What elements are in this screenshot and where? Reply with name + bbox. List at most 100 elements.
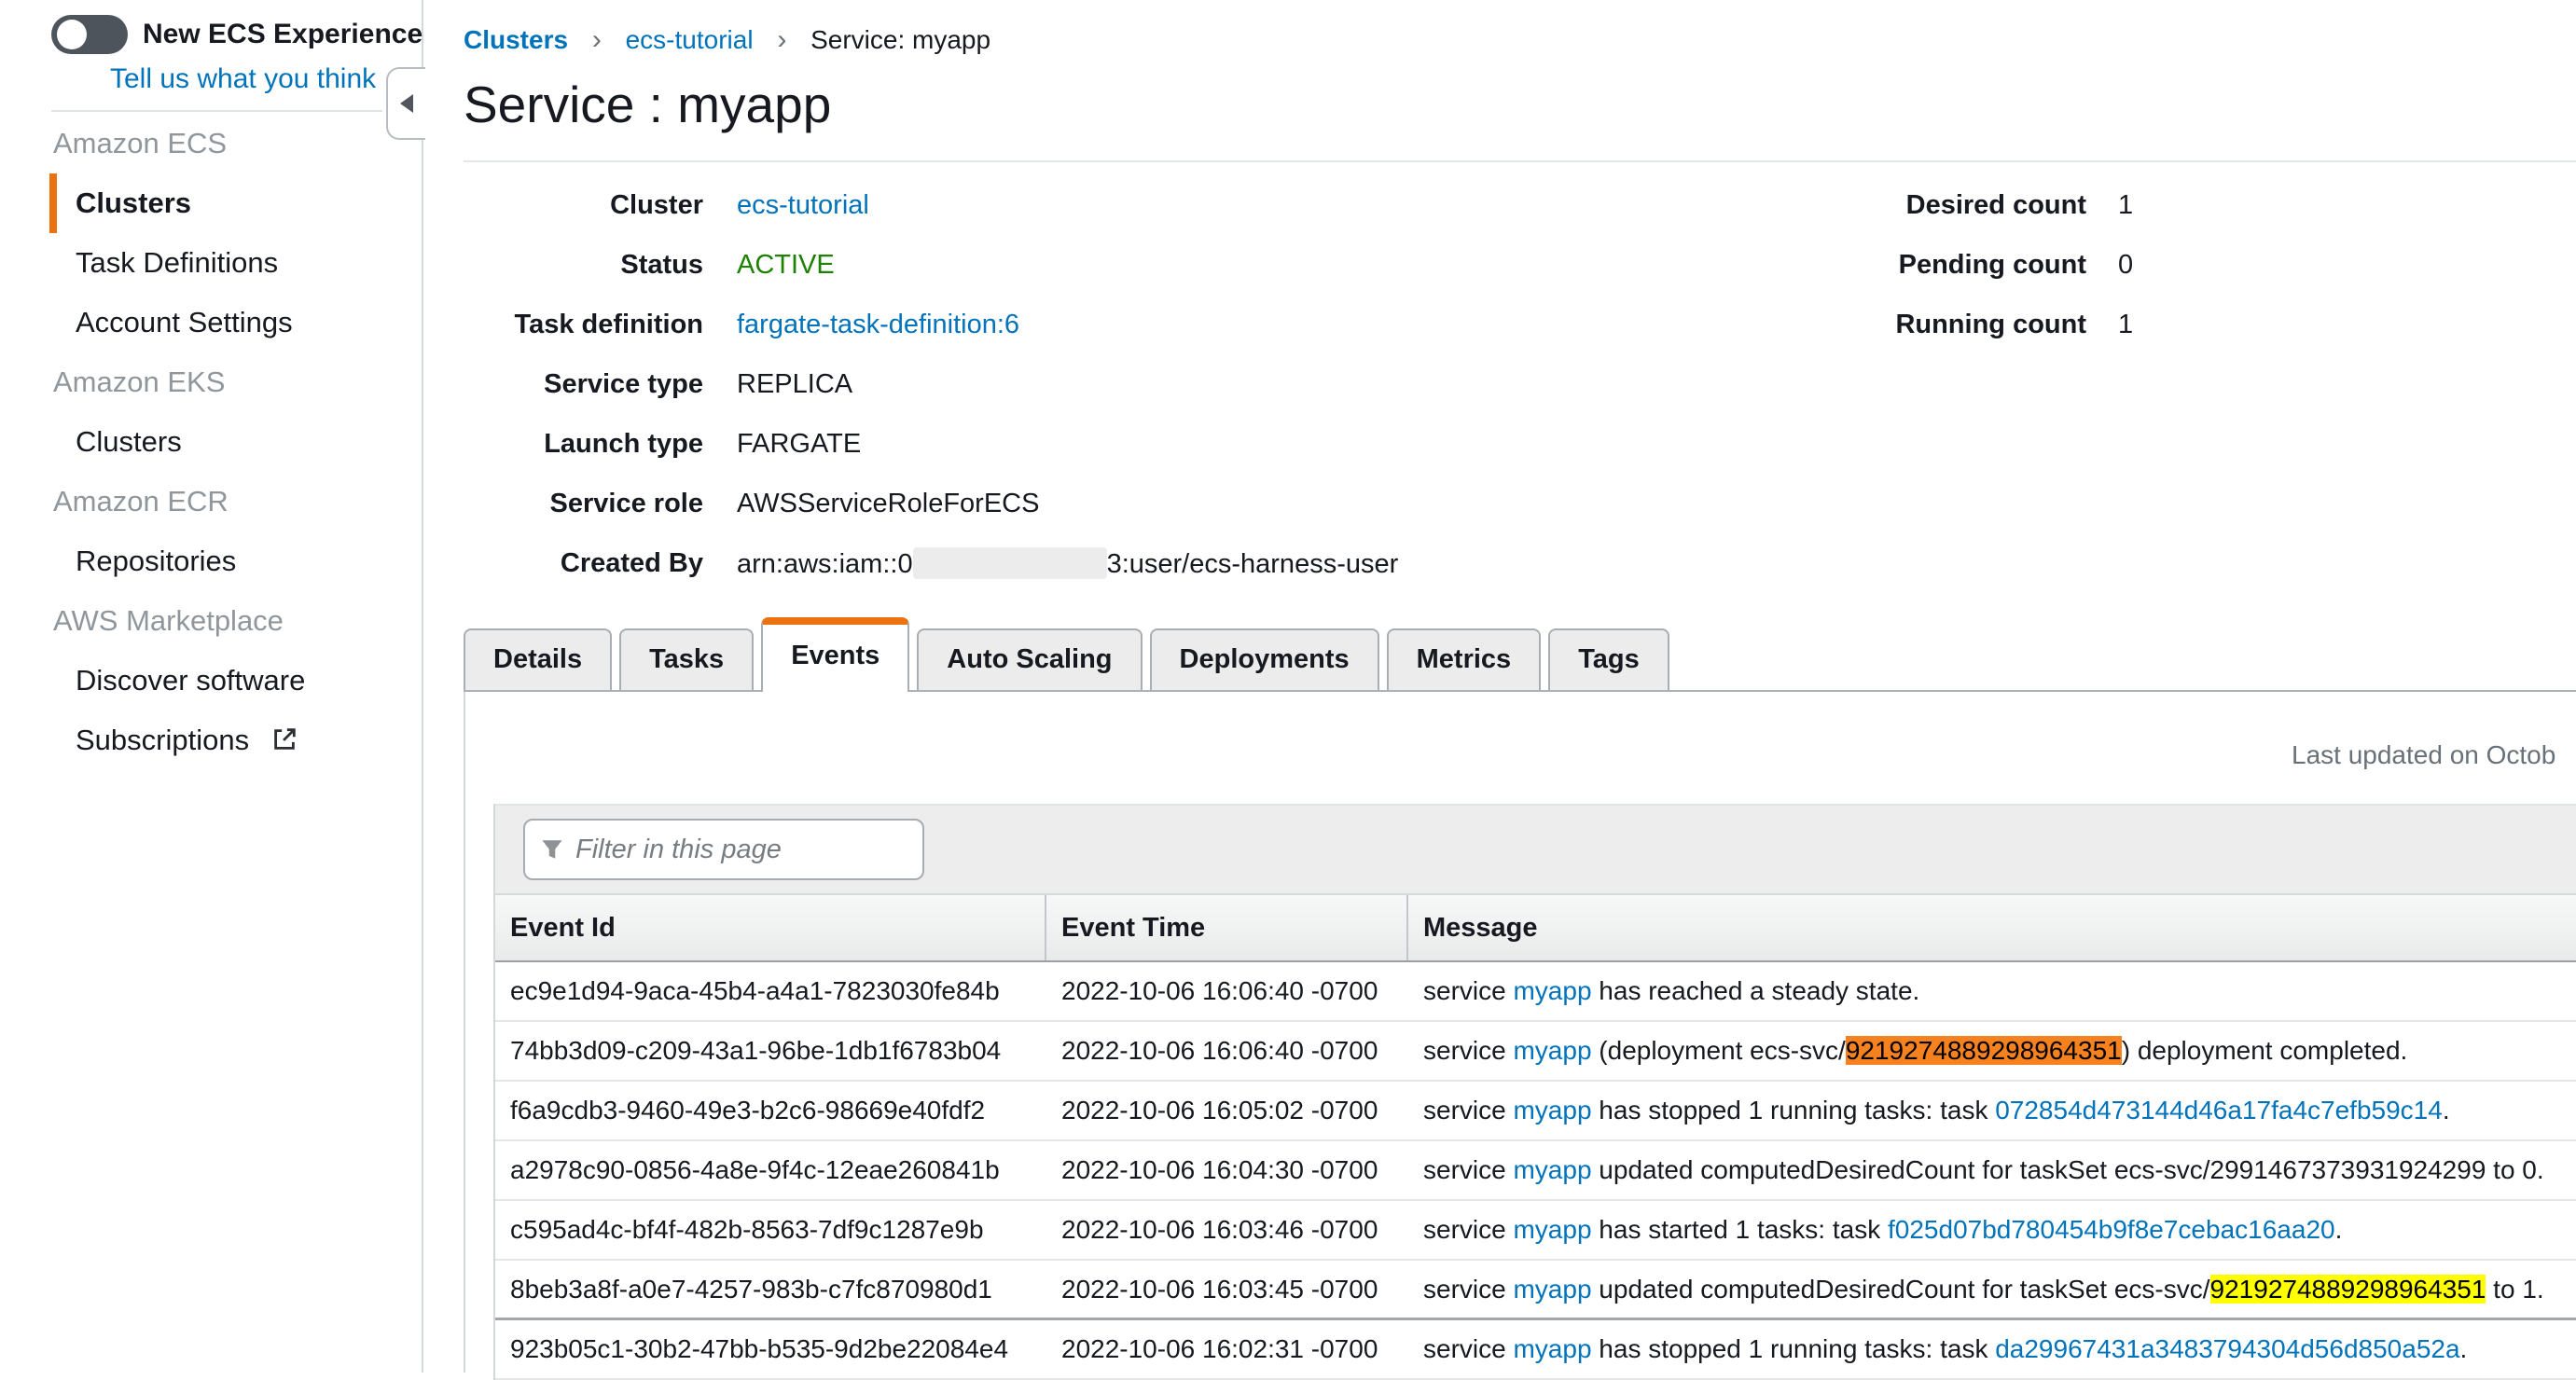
count-desired: Desired count xyxy=(1856,190,2086,221)
events-table-body: ec9e1d94-9aca-45b4-a4a1-7823030fe84b 202… xyxy=(495,962,2576,1380)
count-row: Pending count 0 xyxy=(1856,235,2133,295)
text-text: updated computedDesiredCount for taskSet… xyxy=(1592,1275,2210,1304)
inline-link[interactable]: f025d07bd780454b9f8e7cebac16aa20 xyxy=(1888,1215,2335,1244)
text-text: . xyxy=(2460,1334,2468,1363)
text-hl-yellow: 9219274889298964351 xyxy=(2210,1275,2486,1304)
inline-link[interactable]: myapp xyxy=(1513,1215,1591,1244)
event-id-cell: f6a9cdb3-9460-49e3-b2c6-98669e40fdf2 xyxy=(495,1096,1046,1125)
detail-row: Status ACTIVE xyxy=(423,235,2576,295)
sidebar-item-clusters[interactable]: Clusters xyxy=(49,173,422,233)
redacted-box xyxy=(913,547,1107,579)
text-text: has stopped 1 running tasks: task xyxy=(1592,1096,1996,1125)
inline-link[interactable]: myapp xyxy=(1513,1096,1591,1125)
event-id-cell: 923b05c1-30b2-47bb-b535-9d2be22084e4 xyxy=(495,1334,1046,1364)
detail-fields: Cluster ecs-tutorial Status ACTIVE Task … xyxy=(423,175,2576,593)
event-time-cell: 2022-10-06 16:03:46 -0700 xyxy=(1046,1215,1408,1245)
sidebar-section: AWS Marketplace Discover software Subscr… xyxy=(0,591,422,770)
detail-value[interactable]: fargate-task-definition:6 xyxy=(737,310,1019,340)
tab-deployments[interactable]: Deployments xyxy=(1150,628,1379,690)
column-header-event-id: Event Id xyxy=(495,895,1046,960)
detail-row: Created By arn:aws:iam::03:user/ecs-harn… xyxy=(423,533,2576,593)
event-id-cell: 74bb3d09-c209-43a1-96be-1db1f6783b04 xyxy=(495,1036,1046,1066)
text-text: service xyxy=(1423,1215,1513,1244)
inline-link[interactable]: myapp xyxy=(1513,1036,1591,1065)
event-row: f6a9cdb3-9460-49e3-b2c6-98669e40fdf2 202… xyxy=(495,1082,2576,1141)
tab-details[interactable]: Details xyxy=(464,628,612,690)
event-message-cell: service myapp updated computedDesiredCou… xyxy=(1408,1155,2576,1185)
toggle-knob-icon xyxy=(57,20,87,49)
service-details: Cluster ecs-tutorial Status ACTIVE Task … xyxy=(423,175,2576,593)
sidebar-item-discover-software[interactable]: Discover software xyxy=(49,651,422,711)
inline-link[interactable]: da29967431a3483794304d56d850a52a xyxy=(1995,1334,2459,1363)
task-counts: Desired count 1 Pending count 0 Running … xyxy=(1856,175,2133,354)
tab-events[interactable]: Events xyxy=(761,617,909,692)
text-hl-orange: 9219274889298964351 xyxy=(1846,1036,2122,1065)
breadcrumb-item: ecs-tutorial › xyxy=(626,25,811,54)
inline-link[interactable]: myapp xyxy=(1513,1155,1591,1184)
breadcrumb-item: Clusters › xyxy=(464,25,626,54)
text-text: service xyxy=(1423,1275,1513,1304)
text-text: service xyxy=(1423,1036,1513,1065)
sidebar-item-subscriptions[interactable]: Subscriptions xyxy=(49,711,422,770)
breadcrumb-current: Service: myapp xyxy=(810,25,990,54)
sidebar-item-account-settings[interactable]: Account Settings xyxy=(49,293,422,352)
event-time-cell: 2022-10-06 16:04:30 -0700 xyxy=(1046,1155,1408,1185)
event-row: 8beb3a8f-a0e7-4257-983b-c7fc870980d1 202… xyxy=(495,1261,2576,1320)
detail-row: Task definition fargate-task-definition:… xyxy=(423,295,2576,354)
events-card: Event IdEvent TimeMessage ec9e1d94-9aca-… xyxy=(493,804,2576,1380)
breadcrumb-item: Service: myapp › xyxy=(810,25,990,54)
chevron-right-icon: › xyxy=(777,24,786,55)
field-created-by: Created By xyxy=(423,548,703,579)
filter-icon xyxy=(540,837,564,862)
detail-value: REPLICA xyxy=(737,369,852,400)
event-row: 74bb3d09-c209-43a1-96be-1db1f6783b04 202… xyxy=(495,1022,2576,1082)
event-row: a2978c90-0856-4a8e-9f4c-12eae260841b 202… xyxy=(495,1141,2576,1201)
tab-bar: DetailsTasksEventsAuto ScalingDeployment… xyxy=(464,617,2576,692)
count-value: 1 xyxy=(2118,310,2133,340)
detail-value[interactable]: ecs-tutorial xyxy=(737,190,869,221)
detail-row: Cluster ecs-tutorial xyxy=(423,175,2576,235)
field-status: Status xyxy=(423,250,703,281)
event-message-cell: service myapp (deployment ecs-svc/921927… xyxy=(1408,1036,2576,1066)
sidebar-collapse-button[interactable] xyxy=(386,67,425,140)
event-message-cell: service myapp has reached a steady state… xyxy=(1408,976,2576,1006)
count-running: Running count xyxy=(1856,310,2086,340)
tab-tasks[interactable]: Tasks xyxy=(619,628,754,690)
event-message-cell: service myapp has stopped 1 running task… xyxy=(1408,1096,2576,1125)
breadcrumb-ecs-tutorial[interactable]: ecs-tutorial xyxy=(626,25,754,54)
text-text: arn:aws:iam::0 xyxy=(737,549,913,579)
text-text: (deployment ecs-svc/ xyxy=(1592,1036,1846,1065)
text-text: ) deployment completed. xyxy=(2122,1036,2408,1065)
sidebar-item-repositories[interactable]: Repositories xyxy=(49,531,422,591)
event-row: 923b05c1-30b2-47bb-b535-9d2be22084e4 202… xyxy=(495,1320,2576,1380)
inline-link[interactable]: myapp xyxy=(1513,976,1591,1005)
field-cluster: Cluster xyxy=(423,190,703,221)
sidebar-section-header: Amazon EKS xyxy=(0,352,422,412)
count-row: Desired count 1 xyxy=(1856,175,2133,235)
text-text: service xyxy=(1423,976,1513,1005)
main-content: Clusters › ecs-tutorial › Service: myapp… xyxy=(423,0,2576,1373)
breadcrumb-clusters[interactable]: Clusters xyxy=(464,25,568,54)
sidebar-nav: Amazon ECS Clusters Task Definitions xyxy=(0,112,422,770)
detail-value: AWSServiceRoleForECS xyxy=(737,489,1039,519)
tab-auto-scaling[interactable]: Auto Scaling xyxy=(917,628,1142,690)
text-text: to 1. xyxy=(2486,1275,2543,1304)
count-pending: Pending count xyxy=(1856,250,2086,281)
inline-link[interactable]: 072854d473144d46a17fa4c7efb59c14 xyxy=(1995,1096,2443,1125)
tab-metrics[interactable]: Metrics xyxy=(1387,628,1542,690)
column-header-event-time: Event Time xyxy=(1046,895,1408,960)
sidebar-item-task-definitions[interactable]: Task Definitions xyxy=(49,233,422,293)
filter-box[interactable] xyxy=(523,819,924,880)
column-header-message: Message xyxy=(1408,895,2576,960)
filter-input[interactable] xyxy=(574,834,922,866)
feedback-link[interactable]: Tell us what you think xyxy=(110,63,422,95)
detail-value: ACTIVE xyxy=(737,250,835,281)
new-ecs-experience-toggle[interactable] xyxy=(51,15,128,54)
text-text: . xyxy=(2443,1096,2450,1125)
sidebar-item-clusters-eks[interactable]: Clusters xyxy=(49,412,422,472)
inline-link[interactable]: myapp xyxy=(1513,1275,1591,1304)
collapse-left-icon xyxy=(400,94,413,113)
count-value: 0 xyxy=(2118,250,2133,281)
inline-link[interactable]: myapp xyxy=(1513,1334,1591,1363)
tab-tags[interactable]: Tags xyxy=(1548,628,1669,690)
